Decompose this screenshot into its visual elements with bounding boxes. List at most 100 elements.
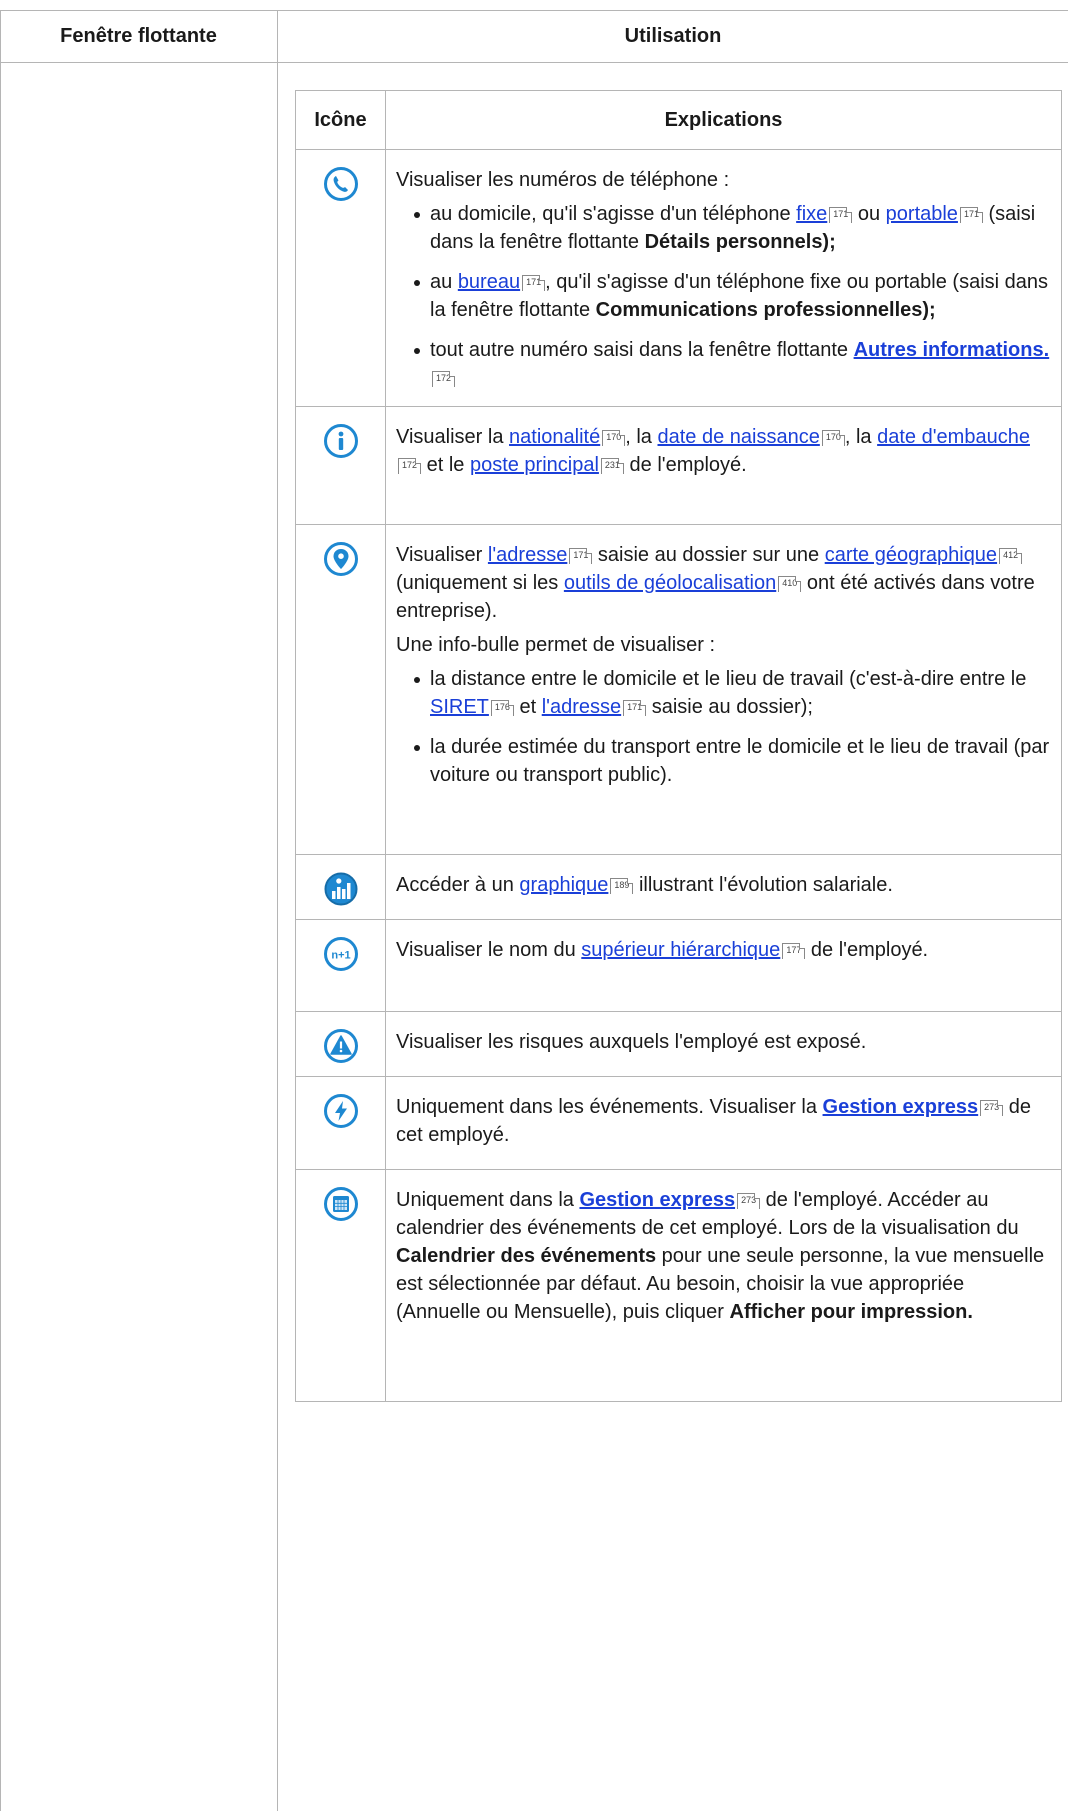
info-icon[interactable] bbox=[323, 423, 359, 459]
text: de l'employé. bbox=[623, 454, 747, 476]
superior-text: Visualiser le nom du supérieur hiérarchi… bbox=[396, 936, 1051, 964]
link-bureau[interactable]: bureau bbox=[458, 271, 520, 293]
bold-text: Calendrier des événements bbox=[396, 1245, 657, 1267]
list-item: tout autre numéro saisi dans la fenêtre … bbox=[414, 336, 1051, 392]
table-row: Visualiser les numéros de téléphone : au… bbox=[295, 149, 1062, 407]
calendar-icon[interactable] bbox=[323, 1186, 359, 1222]
page-ref[interactable]: 172 bbox=[432, 371, 456, 387]
link-carte-geographique[interactable]: carte géographique bbox=[825, 544, 997, 566]
tooltip-list: la distance entre le domicile et le lieu… bbox=[396, 665, 1051, 789]
warning-icon[interactable] bbox=[323, 1028, 359, 1064]
header-icon: Icône bbox=[295, 90, 386, 150]
events-text: Uniquement dans les événements. Visualis… bbox=[396, 1093, 1051, 1149]
outer-column-divider bbox=[277, 10, 278, 1811]
page-ref[interactable]: 172 bbox=[398, 458, 422, 474]
link-gestion-express[interactable]: Gestion express bbox=[823, 1096, 979, 1118]
chart-text: Accéder à un graphique 189 illustrant l'é… bbox=[396, 871, 1051, 899]
text: au bbox=[430, 271, 458, 293]
link-graphique[interactable]: graphique bbox=[519, 874, 608, 896]
explanation-cell: Visualiser les risques auxquels l'employ… bbox=[385, 1011, 1062, 1077]
explanation-cell: Uniquement dans la Gestion express 273 de… bbox=[385, 1169, 1062, 1402]
page-ref[interactable]: 412 bbox=[999, 548, 1023, 564]
page-ref[interactable]: 176 bbox=[490, 700, 514, 716]
link-poste-principal[interactable]: poste principal bbox=[470, 454, 599, 476]
page-ref[interactable]: 171 bbox=[959, 207, 983, 223]
n-plus-1-icon[interactable]: n+1 bbox=[323, 936, 359, 972]
link-portable[interactable]: portable bbox=[886, 203, 958, 225]
page-ref[interactable]: 171 bbox=[623, 700, 647, 716]
icon-cell bbox=[295, 524, 386, 855]
text: (uniquement si les bbox=[396, 572, 564, 594]
page-ref[interactable]: 410 bbox=[778, 576, 802, 592]
link-gestion-express[interactable]: Gestion express bbox=[579, 1189, 735, 1211]
link-date-naissance[interactable]: date de naissance bbox=[658, 426, 820, 448]
risks-text: Visualiser les risques auxquels l'employ… bbox=[396, 1031, 867, 1053]
link-siret[interactable]: SIRET bbox=[430, 696, 489, 718]
text: , la bbox=[625, 426, 658, 448]
page-ref[interactable]: 273 bbox=[737, 1193, 761, 1209]
explanation-cell: Visualiser l'adresse 171 saisie au dossie… bbox=[385, 524, 1062, 855]
location-text: Visualiser l'adresse 171 saisie au dossie… bbox=[396, 541, 1051, 625]
page-ref[interactable]: 273 bbox=[980, 1100, 1004, 1116]
table-row: Visualiser les risques auxquels l'employ… bbox=[295, 1011, 1062, 1077]
table-row: Visualiser l'adresse 171 saisie au dossie… bbox=[295, 524, 1062, 855]
text: la durée estimée du transport entre le d… bbox=[430, 736, 1050, 786]
explanation-cell: Uniquement dans les événements. Visualis… bbox=[385, 1076, 1062, 1170]
text: et le bbox=[421, 454, 470, 476]
page-ref[interactable]: 231 bbox=[600, 458, 624, 474]
text: illustrant l'évolution salariale. bbox=[633, 874, 893, 896]
icon-cell bbox=[295, 1169, 386, 1402]
table-row: n+1 Visualiser le nom du supérieur hiéra… bbox=[295, 919, 1062, 1012]
explanation-cell: Accéder à un graphique 189 illustrant l'é… bbox=[385, 854, 1062, 920]
icon-cell bbox=[295, 1076, 386, 1170]
text: Visualiser bbox=[396, 544, 488, 566]
text: , la bbox=[844, 426, 878, 448]
page-ref[interactable]: 171 bbox=[829, 207, 853, 223]
header-explanations: Explications bbox=[385, 90, 1062, 150]
page-ref[interactable]: 177 bbox=[782, 943, 806, 959]
phone-intro: Visualiser les numéros de téléphone : bbox=[396, 169, 730, 191]
lightning-icon[interactable] bbox=[323, 1093, 359, 1129]
text: tout autre numéro saisi dans la fenêtre … bbox=[430, 339, 854, 361]
list-item: la durée estimée du transport entre le d… bbox=[414, 733, 1051, 789]
text: ou bbox=[852, 203, 886, 225]
table-row: Uniquement dans la Gestion express 273 de… bbox=[295, 1169, 1062, 1402]
link-nationalite[interactable]: nationalité bbox=[509, 426, 600, 448]
table-row: Uniquement dans les événements. Visualis… bbox=[295, 1076, 1062, 1170]
phone-list: au domicile, qu'il s'agisse d'un télépho… bbox=[396, 200, 1051, 392]
list-item: la distance entre le domicile et le lieu… bbox=[414, 665, 1051, 721]
bold-text: Afficher pour impression. bbox=[729, 1301, 973, 1323]
link-adresse[interactable]: l'adresse bbox=[488, 544, 567, 566]
link-autres-informations[interactable]: Autres informations. bbox=[854, 339, 1050, 361]
phone-icon[interactable] bbox=[323, 166, 359, 202]
link-date-embauche[interactable]: date d'embauche bbox=[877, 426, 1030, 448]
link-superieur-hierarchique[interactable]: supérieur hiérarchique bbox=[581, 939, 780, 961]
page-ref[interactable]: 171 bbox=[522, 275, 546, 291]
salary-chart-icon[interactable] bbox=[323, 871, 359, 907]
icon-cell bbox=[295, 1011, 386, 1077]
bold-text: Communications professionnelles); bbox=[595, 299, 936, 321]
link-outils-geolocalisation[interactable]: outils de géolocalisation bbox=[564, 572, 776, 594]
list-item: au bureau 171, qu'il s'agisse d'un téléph… bbox=[414, 268, 1051, 324]
text: de l'employé. bbox=[805, 939, 929, 961]
icon-cell bbox=[295, 406, 386, 525]
link-fixe[interactable]: fixe bbox=[796, 203, 827, 225]
tooltip-intro: Une info-bulle permet de visualiser : bbox=[396, 634, 716, 656]
link-adresse[interactable]: l'adresse bbox=[542, 696, 621, 718]
page-ref[interactable]: 189 bbox=[610, 878, 634, 894]
bold-text: Détails personnels); bbox=[644, 231, 836, 253]
explanation-cell: Visualiser la nationalité 170, la date de… bbox=[385, 406, 1062, 525]
page-ref[interactable]: 170 bbox=[821, 430, 845, 446]
text: saisie au dossier sur une bbox=[592, 544, 825, 566]
page-ref[interactable]: 171 bbox=[569, 548, 593, 564]
location-pin-icon[interactable] bbox=[323, 541, 359, 577]
table-row: Visualiser la nationalité 170, la date de… bbox=[295, 406, 1062, 525]
page: Fenêtre flottante Utilisation Icône Expl… bbox=[0, 0, 1068, 1811]
explanation-cell: Visualiser les numéros de téléphone : au… bbox=[385, 149, 1062, 407]
text: et bbox=[513, 696, 542, 718]
icon-cell bbox=[295, 149, 386, 407]
text: saisie au dossier); bbox=[646, 696, 813, 718]
calendar-text: Uniquement dans la Gestion express 273 de… bbox=[396, 1186, 1051, 1326]
page-ref[interactable]: 170 bbox=[602, 430, 626, 446]
outer-left-border bbox=[0, 10, 1, 1811]
